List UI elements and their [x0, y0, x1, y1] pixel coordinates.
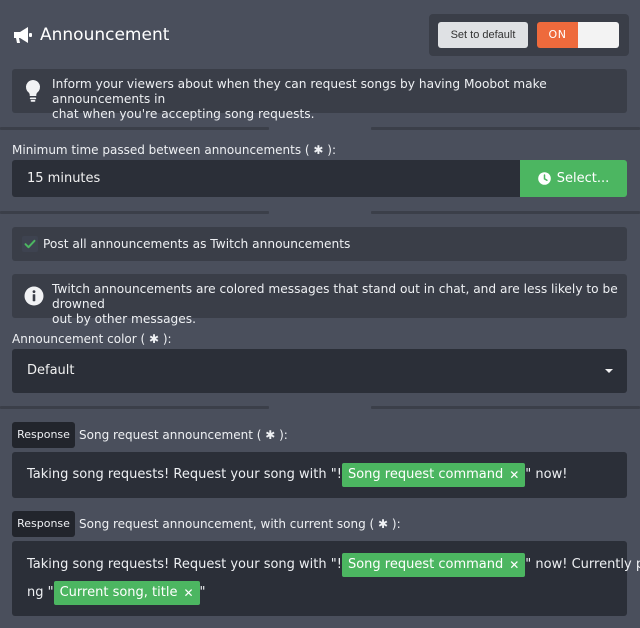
tag-label: Song request command	[347, 556, 504, 572]
color-label: Announcement color ( ✱ ):	[12, 332, 172, 346]
variable-tag[interactable]: Current song, title ✕	[53, 579, 200, 607]
set-default-button[interactable]: Set to default	[438, 22, 528, 48]
lightbulb-icon	[24, 79, 42, 103]
response-text-segment: " now! Currently playi	[525, 557, 640, 572]
twitch-info-line: out by other messages.	[52, 312, 196, 326]
variable-tag[interactable]: Song request command ✕	[341, 551, 526, 579]
enable-toggle[interactable]: ON	[537, 22, 578, 48]
select-label: Select...	[556, 171, 610, 186]
tag-label: Current song, title	[59, 584, 178, 600]
divider	[371, 406, 640, 409]
check-icon	[24, 239, 36, 249]
response-text-segment: Taking song requests! Request your song …	[27, 467, 342, 482]
close-icon[interactable]: ✕	[509, 551, 519, 579]
response-text[interactable]: Taking song requests! Request your song …	[27, 461, 567, 489]
variable-tag[interactable]: Song request command ✕	[341, 461, 526, 489]
response-label: Song request announcement, with current …	[79, 517, 401, 531]
divider	[0, 211, 269, 214]
divider	[0, 406, 269, 409]
intro-info-line: chat when you're accepting song requests…	[52, 107, 315, 121]
close-icon[interactable]: ✕	[509, 461, 519, 489]
twitch-info-line: Twitch announcements are colored message…	[52, 282, 618, 311]
response-text[interactable]: ng " Current song, title ✕ "	[27, 579, 206, 607]
interval-select-button[interactable]: Select...	[520, 160, 627, 197]
twitch-info-text: Twitch announcements are colored message…	[52, 282, 622, 327]
response-label: Song request announcement ( ✱ ):	[79, 428, 288, 442]
color-value: Default	[27, 363, 75, 378]
intro-info-line: Inform your viewers about when they can …	[52, 77, 547, 106]
divider	[371, 127, 640, 130]
tag-label: Song request command	[347, 466, 504, 482]
intro-info-text: Inform your viewers about when they can …	[52, 77, 622, 122]
response-text-segment: " now!	[525, 467, 568, 482]
response-badge: Response	[12, 422, 75, 448]
interval-value: 15 minutes	[27, 171, 101, 186]
twitch-announcement-label[interactable]: Post all announcements as Twitch announc…	[43, 236, 350, 252]
toggle-knob[interactable]	[578, 22, 619, 48]
divider	[371, 211, 640, 214]
page-title: Announcement	[40, 25, 170, 45]
chevron-down-icon	[605, 369, 613, 373]
interval-label: Minimum time passed between announcement…	[12, 143, 336, 157]
response-text-segment: "	[199, 585, 206, 600]
megaphone-icon	[13, 24, 35, 46]
response-badge: Response	[12, 511, 75, 537]
close-icon[interactable]: ✕	[183, 579, 193, 607]
response-text[interactable]: Taking song requests! Request your song …	[27, 551, 640, 579]
divider	[0, 127, 269, 130]
twitch-announcement-checkbox[interactable]	[22, 236, 38, 252]
clock-icon	[537, 172, 551, 185]
response-text-segment: Taking song requests! Request your song …	[27, 557, 342, 572]
color-select[interactable]	[12, 349, 627, 393]
info-icon	[24, 286, 44, 306]
response-text-segment: ng "	[27, 585, 54, 600]
